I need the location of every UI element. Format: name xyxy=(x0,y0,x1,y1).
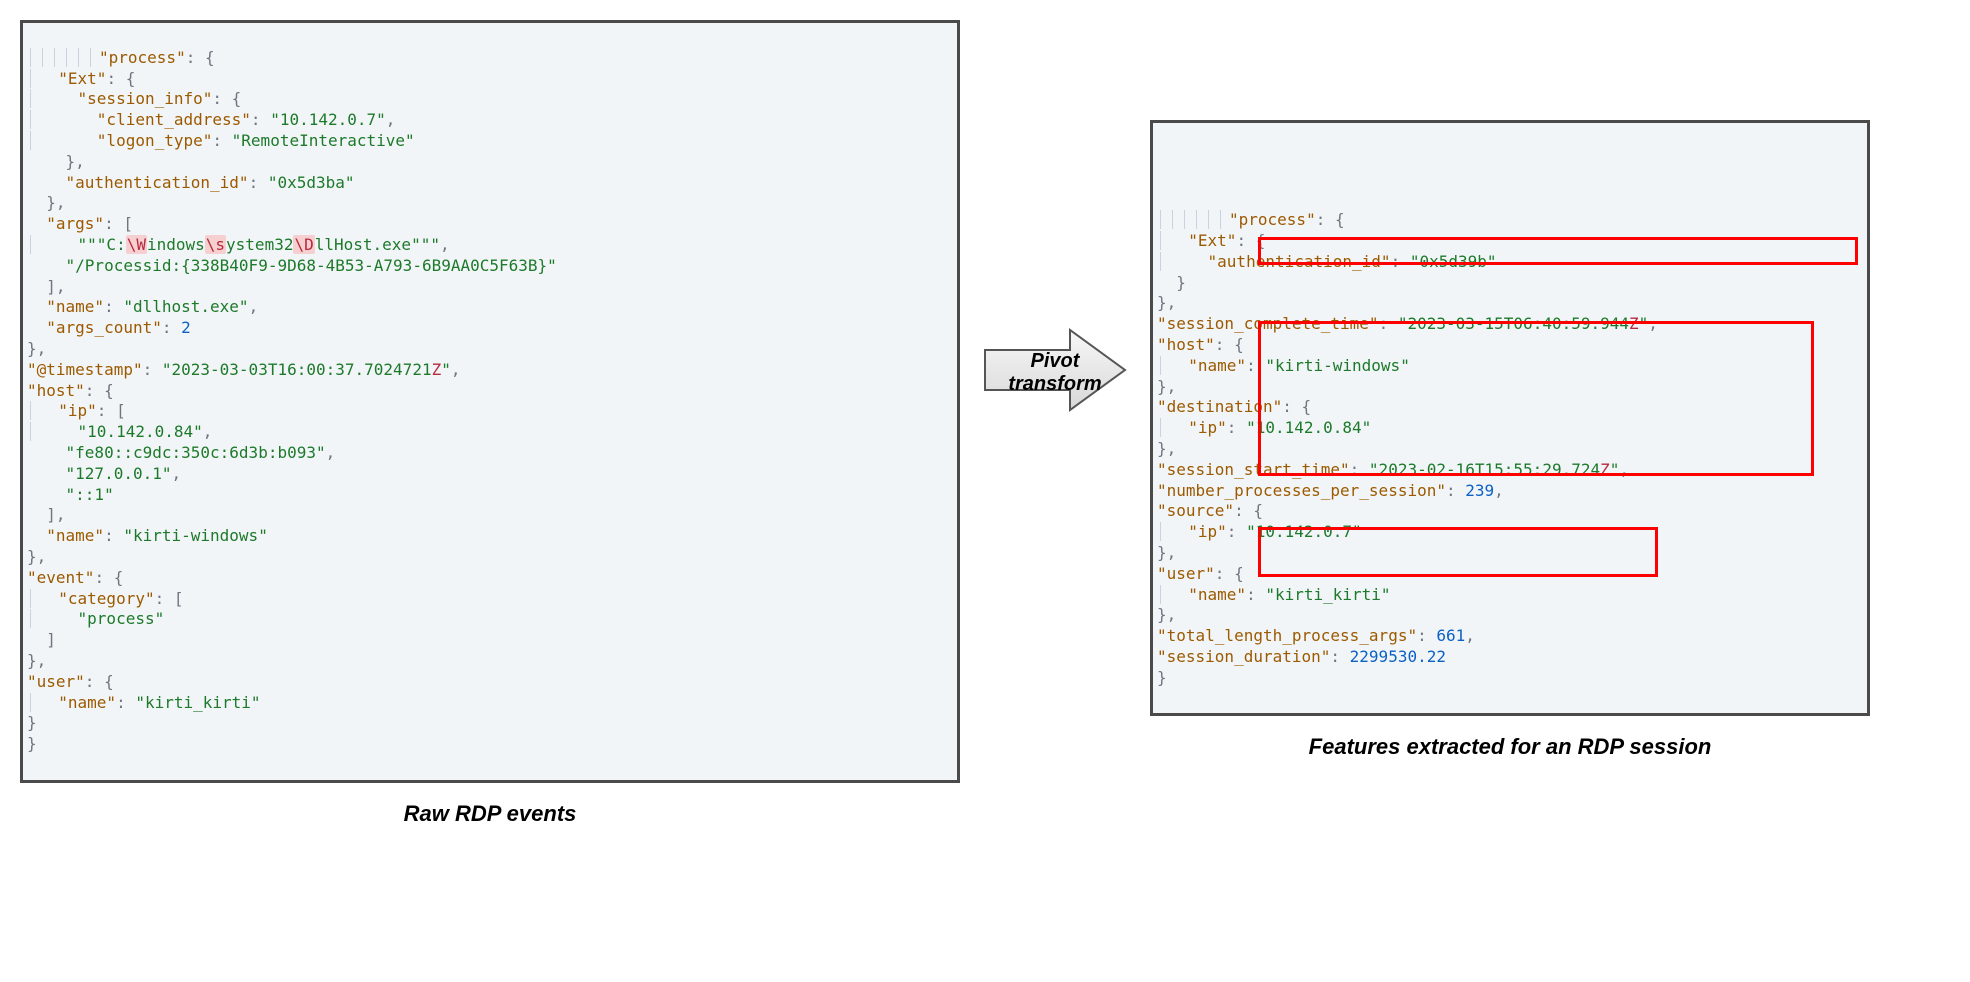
arrow-column: Pivottransform xyxy=(980,320,1130,396)
diagram-container: "process": { "Ext": { "session_info": { … xyxy=(20,20,1950,827)
raw-events-code-panel: "process": { "Ext": { "session_info": { … xyxy=(20,20,960,783)
features-code-panel: "process": { "Ext": { "authentication_id… xyxy=(1150,120,1870,716)
right-caption: Features extracted for an RDP session xyxy=(1309,734,1712,760)
json-key: "process" xyxy=(99,48,186,67)
left-caption: Raw RDP events xyxy=(404,801,577,827)
highlight-box-2 xyxy=(1258,321,1814,476)
arrow-label: Pivottransform xyxy=(1008,350,1101,396)
right-panel-wrap: "process": { "Ext": { "authentication_id… xyxy=(1150,120,1870,760)
left-panel-wrap: "process": { "Ext": { "session_info": { … xyxy=(20,20,960,827)
